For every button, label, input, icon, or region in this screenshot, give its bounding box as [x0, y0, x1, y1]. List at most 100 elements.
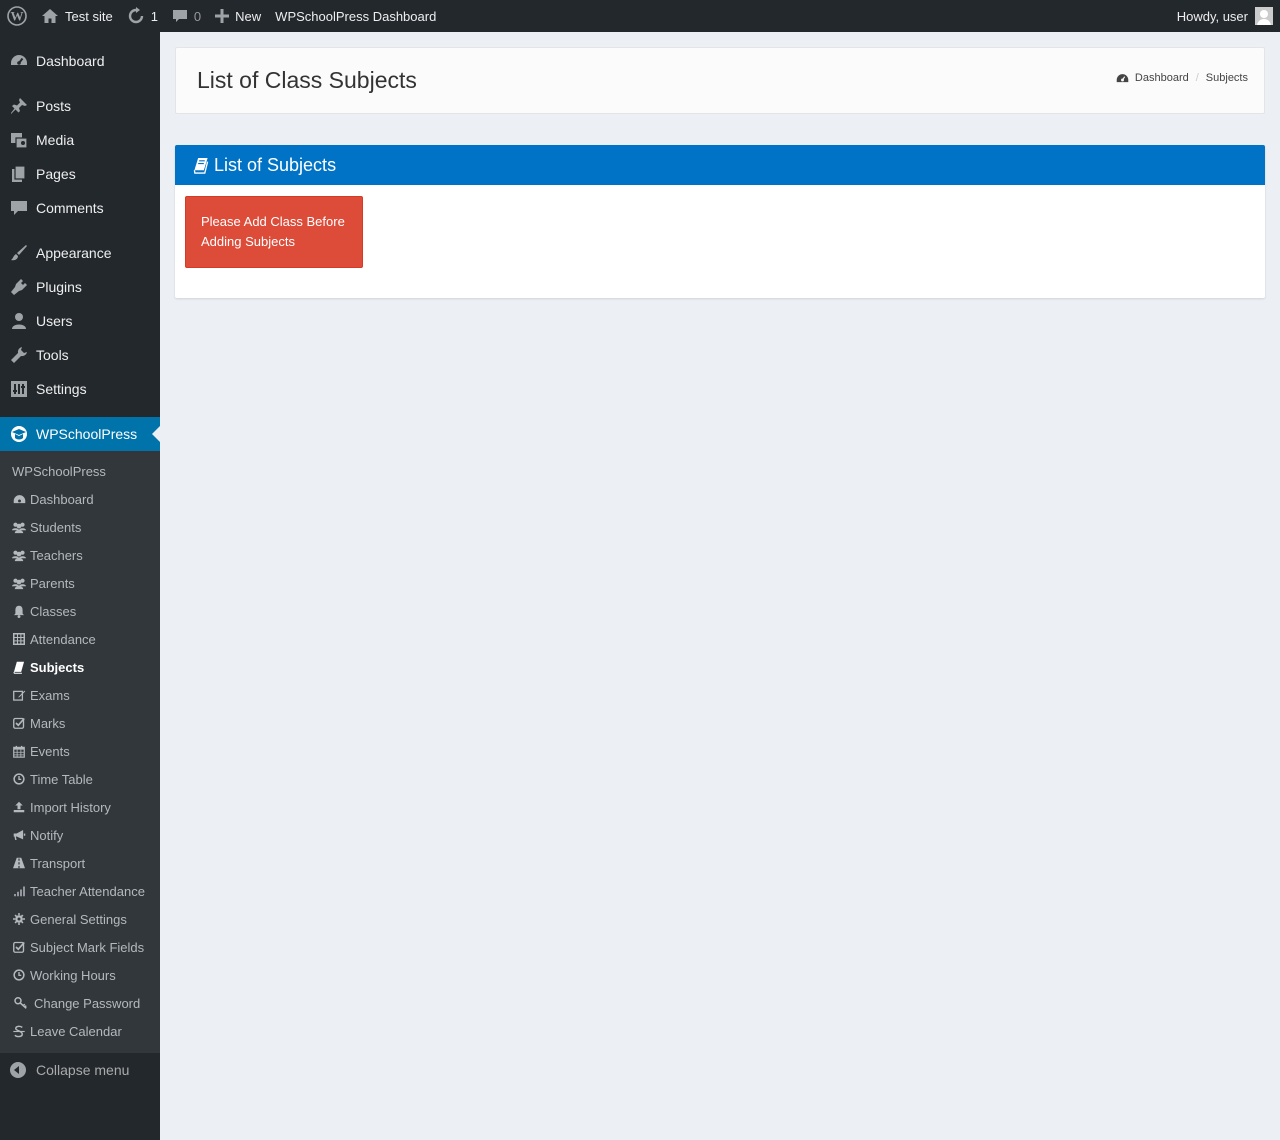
submenu-item-exams[interactable]: Exams	[0, 681, 160, 709]
updates-link[interactable]: 1	[120, 0, 165, 32]
breadcrumb: Dashboard / Subjects	[1116, 72, 1248, 84]
pin-icon	[10, 97, 28, 115]
sidebar-item-media[interactable]: Media	[0, 123, 160, 157]
sidebar-item-appearance[interactable]: Appearance	[0, 236, 160, 270]
road-icon	[12, 856, 26, 870]
wpschoolpress-dashboard-label: WPSchoolPress Dashboard	[275, 8, 437, 24]
submenu-item-attendance[interactable]: Attendance	[0, 625, 160, 653]
submenu-header-link[interactable]: WPSchoolPress	[0, 457, 160, 485]
table-icon	[12, 632, 26, 646]
check-square-icon	[12, 940, 26, 954]
breadcrumb-separator: /	[1195, 72, 1199, 84]
sidebar-item-label: Settings	[36, 381, 87, 397]
submenu-item-time-table[interactable]: Time Table	[0, 765, 160, 793]
plugin-icon	[10, 278, 28, 296]
signal-icon	[12, 884, 26, 898]
submenu-item-classes[interactable]: Classes	[0, 597, 160, 625]
my-account-link[interactable]: Howdy, user	[1177, 7, 1280, 25]
submenu-item-label: Teachers	[30, 547, 83, 563]
sidebar-item-label: Users	[36, 313, 73, 329]
admin-sidebar: Dashboard Posts Media Pages Comments App…	[0, 32, 160, 1140]
wordpress-logo-button[interactable]: W	[0, 0, 34, 32]
strikethrough-icon	[12, 1024, 26, 1038]
submenu-item-working-hours[interactable]: Working Hours	[0, 961, 160, 989]
submenu-item-label: Students	[30, 519, 82, 535]
sidebar-item-label: Dashboard	[36, 53, 105, 69]
submenu-item-transport[interactable]: Transport	[0, 849, 160, 877]
submenu-item-label: Classes	[30, 603, 77, 619]
sidebar-item-posts[interactable]: Posts	[0, 89, 160, 123]
site-name-link[interactable]: Test site	[34, 0, 120, 32]
submenu-item-label: Subject Mark Fields	[30, 939, 145, 955]
sidebar-item-label: Comments	[36, 200, 104, 216]
calendar-icon	[12, 744, 26, 758]
wpschoolpress-dashboard-link[interactable]: WPSchoolPress Dashboard	[268, 0, 443, 32]
submenu-item-label: Teacher Attendance	[30, 883, 145, 899]
sidebar-item-comments[interactable]: Comments	[0, 191, 160, 225]
sidebar-item-tools[interactable]: Tools	[0, 338, 160, 372]
key-icon	[12, 996, 30, 1010]
users-icon	[12, 548, 26, 562]
submenu-item-label: Transport	[30, 855, 86, 871]
collapse-arrow-icon	[10, 1062, 26, 1078]
subjects-box: List of Subjects Please Add Class Before…	[175, 145, 1265, 298]
wrench-icon	[10, 346, 28, 364]
brush-icon	[10, 244, 28, 262]
sidebar-item-settings[interactable]: Settings	[0, 372, 160, 406]
new-content-link[interactable]: New	[208, 0, 268, 32]
submenu-item-label: Marks	[30, 715, 66, 731]
submenu-item-marks[interactable]: Marks	[0, 709, 160, 737]
submenu-item-leave-calendar[interactable]: Leave Calendar	[0, 1017, 160, 1045]
submenu-item-parents[interactable]: Parents	[0, 569, 160, 597]
page-title: List of Class Subjects	[197, 67, 417, 93]
submenu-item-label: General Settings	[30, 911, 127, 927]
sidebar-item-label: Tools	[36, 347, 69, 363]
breadcrumb-current: Subjects	[1205, 72, 1248, 84]
sidebar-item-label: Posts	[36, 98, 72, 114]
sidebar-item-wpschoolpress[interactable]: WPSchoolPress	[0, 417, 160, 451]
plus-icon	[215, 9, 230, 23]
comments-count: 0	[193, 8, 202, 24]
settings-icon	[10, 380, 28, 398]
sidebar-item-dashboard[interactable]: Dashboard	[0, 44, 160, 78]
submenu-item-label: Time Table	[30, 771, 93, 787]
submenu-item-change-password[interactable]: Change Password	[0, 989, 160, 1017]
collapse-menu-button[interactable]: Collapse menu	[0, 1053, 160, 1087]
svg-text:W: W	[11, 9, 24, 24]
submenu-item-notify[interactable]: Notify	[0, 821, 160, 849]
home-icon	[42, 9, 58, 23]
add-class-first-alert-button[interactable]: Please Add Class Before Adding Subjects	[185, 196, 363, 268]
submenu-item-label: Exams	[30, 687, 70, 703]
submenu-header-label: WPSchoolPress	[12, 463, 106, 479]
comments-link[interactable]: 0	[165, 0, 208, 32]
collapse-menu-label: Collapse menu	[36, 1062, 130, 1078]
wpschoolpress-submenu: WPSchoolPress Dashboard Students Teacher…	[0, 451, 160, 1053]
submenu-item-subjects[interactable]: Subjects	[0, 653, 160, 681]
sidebar-item-label: Plugins	[36, 279, 82, 295]
sidebar-item-plugins[interactable]: Plugins	[0, 270, 160, 304]
submenu-item-subject-mark-fields[interactable]: Subject Mark Fields	[0, 933, 160, 961]
users-icon	[12, 520, 26, 534]
breadcrumb-home-link[interactable]: Dashboard	[1135, 72, 1189, 84]
submenu-item-label: Import History	[30, 799, 111, 815]
check-square-icon	[12, 716, 26, 730]
submenu-item-teachers[interactable]: Teachers	[0, 541, 160, 569]
users-icon	[12, 576, 26, 590]
sidebar-item-users[interactable]: Users	[0, 304, 160, 338]
wordpress-icon: W	[7, 6, 27, 26]
admin-bar: W Test site 1 0 New WPSchoolPress Dashbo…	[0, 0, 1280, 32]
submenu-item-label: Notify	[30, 827, 64, 843]
submenu-item-import-history[interactable]: Import History	[0, 793, 160, 821]
submenu-item-general-settings[interactable]: General Settings	[0, 905, 160, 933]
submenu-item-students[interactable]: Students	[0, 513, 160, 541]
sidebar-item-pages[interactable]: Pages	[0, 157, 160, 191]
clock-icon	[12, 772, 26, 786]
school-icon	[10, 425, 28, 443]
submenu-item-label: Change Password	[34, 995, 141, 1011]
submenu-item-dashboard[interactable]: Dashboard	[0, 485, 160, 513]
submenu-item-teacher-attendance[interactable]: Teacher Attendance	[0, 877, 160, 905]
comment-icon	[172, 10, 187, 22]
dashboard-icon	[1116, 73, 1129, 84]
submenu-item-events[interactable]: Events	[0, 737, 160, 765]
pages-icon	[10, 165, 28, 183]
